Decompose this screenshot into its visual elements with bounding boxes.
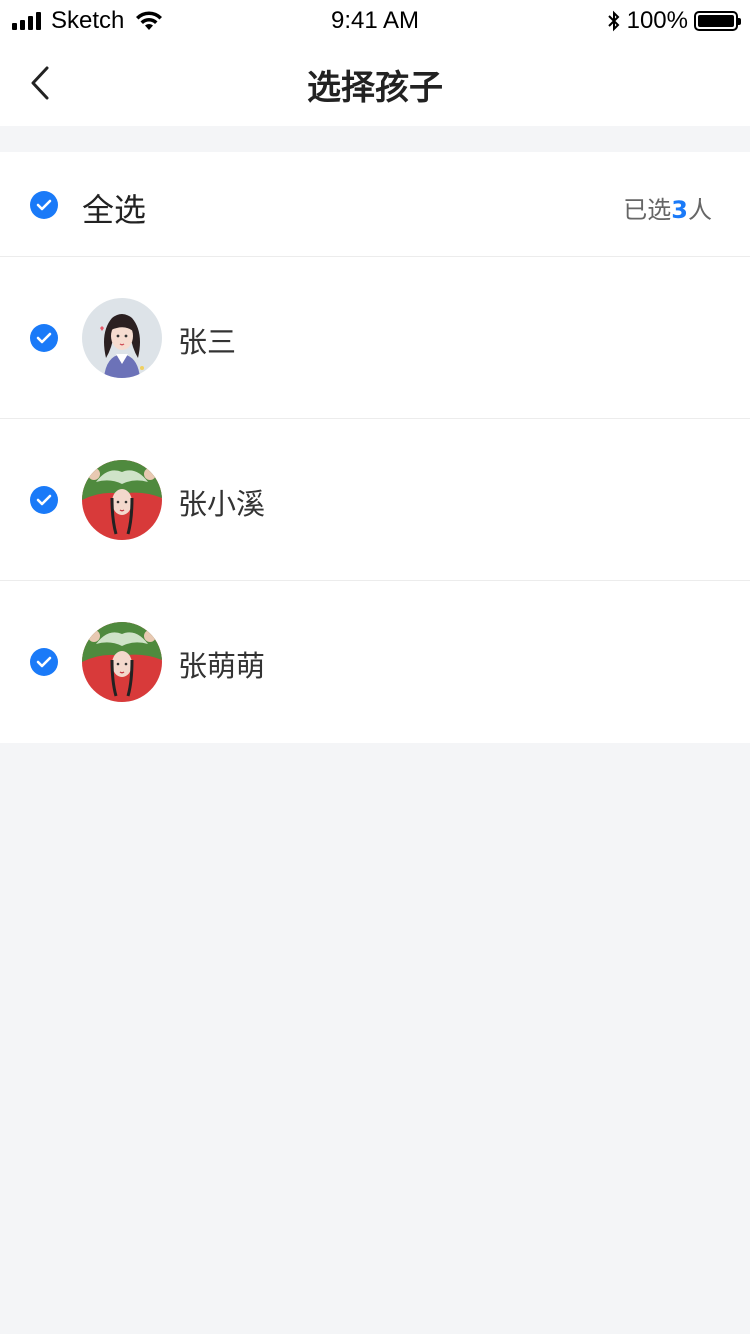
bluetooth-icon <box>607 10 620 32</box>
avatar <box>82 298 162 378</box>
nav-bar: 选择孩子 <box>0 40 750 126</box>
child-row[interactable]: 张萌萌 <box>0 581 750 743</box>
checkmark-icon <box>36 494 52 506</box>
child-checkbox[interactable] <box>30 324 58 352</box>
child-name: 张萌萌 <box>178 649 266 683</box>
selected-count: 已选3人 <box>623 190 712 225</box>
child-checkbox[interactable] <box>30 648 58 676</box>
status-bar-right: 100% <box>607 7 741 34</box>
child-checkbox[interactable] <box>30 486 58 514</box>
checkmark-icon <box>36 656 52 668</box>
child-name: 张三 <box>178 325 237 359</box>
child-name: 张小溪 <box>178 487 266 521</box>
select-all-label: 全选 <box>82 191 147 229</box>
child-row[interactable]: 张三 <box>0 257 750 419</box>
section-divider <box>0 126 750 152</box>
checkmark-icon <box>36 332 52 344</box>
status-bar: Sketch 9:41 AM 100% <box>0 0 750 40</box>
battery-percent: 100% <box>626 7 688 34</box>
selected-count-suffix: 人 <box>688 196 712 224</box>
checkmark-icon <box>36 199 52 211</box>
select-all-checkbox[interactable] <box>30 191 58 219</box>
select-all-row[interactable]: 全选 已选3人 <box>0 152 750 257</box>
page-title: 选择孩子 <box>307 68 443 108</box>
battery-icon <box>694 11 741 31</box>
selected-count-prefix: 已选 <box>623 196 672 224</box>
children-list: 全选 已选3人 张三 张小溪 张萌萌 <box>0 152 750 743</box>
avatar <box>82 460 162 540</box>
child-row[interactable]: 张小溪 <box>0 419 750 581</box>
selected-count-number: 3 <box>671 196 688 224</box>
avatar <box>82 622 162 702</box>
